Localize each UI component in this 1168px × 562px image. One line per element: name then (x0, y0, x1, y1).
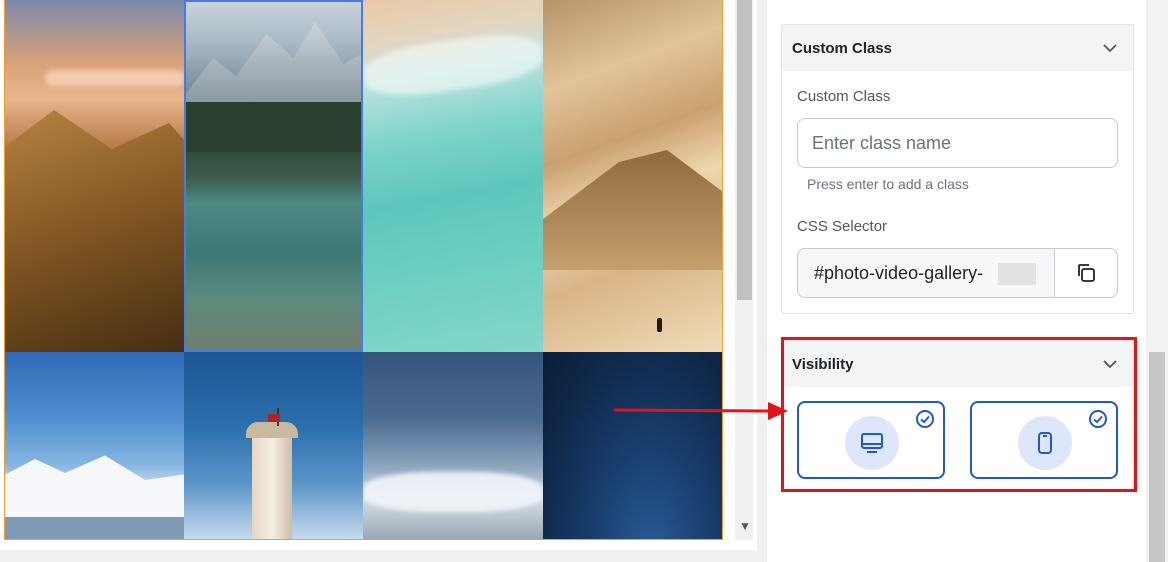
panel-scrollbar-thumb[interactable] (1149, 352, 1165, 562)
gallery-image-night-sky[interactable] (543, 352, 722, 539)
css-selector-label: CSS Selector (797, 218, 888, 235)
chevron-down-icon[interactable] (1101, 39, 1119, 57)
gallery-image-aerial-beach[interactable] (363, 0, 543, 352)
visibility-header[interactable]: Visibility (782, 341, 1133, 387)
desktop-icon (861, 433, 883, 453)
mobile-icon (1038, 432, 1052, 454)
scroll-down-arrow-icon[interactable]: ▼ (738, 520, 752, 534)
gallery-image-snowy-mountains[interactable] (5, 352, 184, 539)
check-circle-icon (1089, 410, 1107, 428)
custom-class-title: Custom Class (792, 39, 893, 57)
copy-icon (1078, 264, 1095, 282)
gallery-image-sand-dunes[interactable] (543, 0, 722, 352)
custom-class-input[interactable] (797, 118, 1118, 168)
redacted-id-mask (998, 263, 1036, 285)
custom-class-header[interactable]: Custom Class (782, 25, 1133, 71)
gallery-image-alpine-lake[interactable] (184, 0, 363, 352)
desktop-icon-badge (845, 416, 899, 470)
custom-class-label: Custom Class (797, 88, 891, 105)
gallery-image-mountain-sunset[interactable] (5, 0, 184, 352)
check-circle-icon (916, 410, 934, 428)
photo-gallery (4, 0, 723, 540)
gallery-canvas: ▼ (0, 0, 757, 550)
copy-selector-button[interactable] (1054, 249, 1117, 297)
canvas-scrollbar-thumb[interactable] (737, 0, 752, 300)
visibility-title: Visibility (792, 355, 854, 373)
visibility-mobile-option[interactable] (970, 401, 1118, 479)
gallery-image-clouds[interactable] (363, 352, 543, 539)
visibility-desktop-option[interactable] (797, 401, 945, 479)
gallery-image-lighthouse[interactable] (184, 352, 363, 539)
chevron-down-icon[interactable] (1101, 355, 1119, 373)
mobile-icon-badge (1018, 416, 1072, 470)
css-selector-value: #photo-video-gallery- (814, 263, 984, 283)
custom-class-hint: Press enter to add a class (807, 176, 969, 192)
